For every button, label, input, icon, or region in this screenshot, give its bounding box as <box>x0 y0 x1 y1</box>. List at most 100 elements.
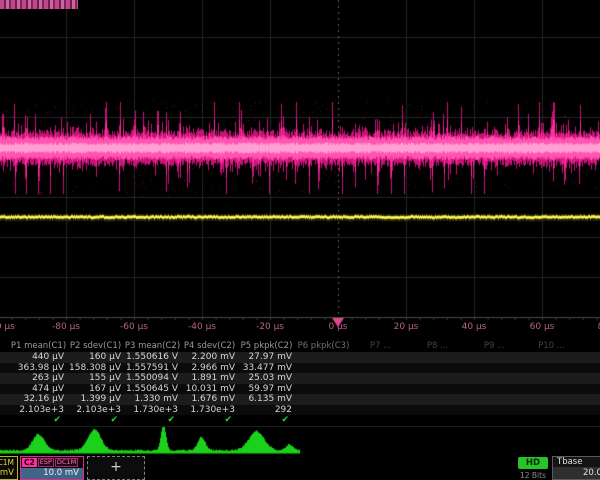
measure-value-cell <box>409 363 466 374</box>
channel-c1-descriptor[interactable]: DC1M 50.0 mV <box>0 456 18 480</box>
measure-value-cell: 363.98 µV <box>10 363 67 374</box>
measure-value-cell <box>352 394 409 405</box>
c1-scale-value: 50.0 mV <box>0 467 17 479</box>
axis-tick-label: 60 µs <box>530 322 555 332</box>
measure-status-cell <box>466 415 523 426</box>
waveform-display-area[interactable] <box>0 0 600 318</box>
measure-header-P7[interactable]: P7 ... <box>352 340 409 352</box>
axis-tick-label: 0 µs <box>328 322 347 332</box>
measure-value-cell: 27.97 mV <box>238 352 295 363</box>
measure-row: 363.98 µV158.308 µV1.557591 V2.966 mV33.… <box>0 363 600 374</box>
measure-value-cell <box>409 405 466 416</box>
measure-value-cell <box>523 373 580 384</box>
measure-status-cell: ✔ <box>181 415 238 426</box>
measure-value-cell <box>352 352 409 363</box>
measure-value-cell <box>523 405 580 416</box>
measure-value-cell: 1.330 mV <box>124 394 181 405</box>
measure-header-P1[interactable]: P1 mean(C1) <box>10 340 67 352</box>
measure-value-cell: 158.308 µV <box>67 363 124 374</box>
measure-value-cell: 33.477 mV <box>238 363 295 374</box>
measure-status-cell <box>352 415 409 426</box>
measure-status-cell: ✔ <box>238 415 295 426</box>
measure-value-cell: 1.891 mV <box>181 373 238 384</box>
measure-value-cell <box>466 373 523 384</box>
c2-flag-coupling: DC1M <box>55 458 78 467</box>
measure-header-P3[interactable]: P3 mean(C2) <box>124 340 181 352</box>
measure-value-cell: 167 µV <box>67 384 124 395</box>
measure-value-cell <box>409 384 466 395</box>
axis-tick-label: -20 µs <box>256 322 284 332</box>
measure-value-cell <box>295 394 352 405</box>
measure-row: 474 µV167 µV1.550645 V10.031 mV59.97 mV <box>0 384 600 395</box>
measure-body: 440 µV160 µV1.550616 V2.200 mV27.97 mV36… <box>0 352 600 415</box>
axis-tick-label: -60 µs <box>120 322 148 332</box>
measure-value-cell <box>409 352 466 363</box>
measure-header-P10[interactable]: P10 ... <box>523 340 580 352</box>
measure-value-cell <box>523 363 580 374</box>
measure-header-P9[interactable]: P9 ... <box>466 340 523 352</box>
measure-value-cell: 25.03 mV <box>238 373 295 384</box>
measure-row: 32.16 µV1.399 µV1.330 mV1.676 mV6.135 mV <box>0 394 600 405</box>
measure-value-cell <box>352 363 409 374</box>
measure-header-P5[interactable]: P5 pkpk(C2) <box>238 340 295 352</box>
c1-coupling-label: DC1M <box>0 457 17 467</box>
add-trace-button[interactable]: + <box>87 456 145 480</box>
axis-tick-label: -80 µs <box>52 322 80 332</box>
measure-value-cell: 474 µV <box>10 384 67 395</box>
measure-value-cell <box>352 384 409 395</box>
measure-value-cell <box>466 363 523 374</box>
measure-header-P8[interactable]: P8 ... <box>409 340 466 352</box>
measure-value-cell <box>523 352 580 363</box>
axis-tick-label: 20 µs <box>394 322 419 332</box>
measure-value-cell: 1.557591 V <box>124 363 181 374</box>
c2-scale-value: 10.0 mV <box>21 468 83 479</box>
hd-bits-label: 12 Bits <box>515 471 551 480</box>
time-axis: -100 µs -80 µs -60 µs -40 µs -20 µs 0 µs 20 µs… <box>0 318 600 339</box>
axis-tick-label: 40 µs <box>462 322 487 332</box>
measure-value-cell <box>352 373 409 384</box>
measure-value-cell <box>466 384 523 395</box>
measure-value-cell <box>295 373 352 384</box>
measure-header-P2[interactable]: P2 sdev(C1) <box>67 340 124 352</box>
measure-value-cell <box>295 384 352 395</box>
measure-value-cell: 2.200 mV <box>181 352 238 363</box>
measure-value-cell: 1.399 µV <box>67 394 124 405</box>
measure-header-row: P1 mean(C1)P2 sdev(C1)P3 mean(C2)P4 sdev… <box>0 340 600 352</box>
measure-value-cell <box>409 373 466 384</box>
measure-value-cell <box>523 394 580 405</box>
measurement-table: P1 mean(C1)P2 sdev(C1)P3 mean(C2)P4 sdev… <box>0 340 600 427</box>
measure-value-cell <box>295 363 352 374</box>
measure-row: 263 µV155 µV1.550094 V1.891 mV25.03 mV <box>0 373 600 384</box>
measure-value-cell <box>523 384 580 395</box>
channel-c2-descriptor[interactable]: C2 ESP DC1M 10.0 mV <box>20 456 84 480</box>
measure-value-cell <box>352 405 409 416</box>
axis-tick-label: -100 µs <box>0 322 15 332</box>
timebase-descriptor[interactable]: Tbase 20.0 µs <box>552 456 600 480</box>
c2-flag-esp: ESP <box>38 458 54 467</box>
measure-value-cell: 263 µV <box>10 373 67 384</box>
measure-status-cell <box>523 415 580 426</box>
measure-value-cell: 2.103e+3 <box>67 405 124 416</box>
measure-row: 2.103e+32.103e+31.730e+31.730e+3292 <box>0 405 600 416</box>
measure-status-row: ✔✔✔✔✔ <box>0 415 600 426</box>
measure-value-cell: 59.97 mV <box>238 384 295 395</box>
measure-value-cell <box>409 394 466 405</box>
measure-status-cell <box>409 415 466 426</box>
timebase-label: Tbase <box>553 457 600 467</box>
measure-header-P6[interactable]: P6 pkpk(C3) <box>295 340 352 352</box>
measure-value-cell: 155 µV <box>67 373 124 384</box>
measure-status-cell: ✔ <box>124 415 181 426</box>
clipped-top-label-fragment <box>0 0 78 9</box>
timebase-value: 20.0 µs <box>553 467 600 479</box>
hd-mode-badge: HD <box>518 457 548 469</box>
measure-value-cell: 1.550645 V <box>124 384 181 395</box>
measure-status-cell <box>295 415 352 426</box>
measure-value-cell: 1.550616 V <box>124 352 181 363</box>
measure-value-cell: 6.135 mV <box>238 394 295 405</box>
measure-status-cell: ✔ <box>10 415 67 426</box>
c2-channel-badge: C2 <box>22 458 37 467</box>
measure-value-cell <box>466 394 523 405</box>
axis-tick-label: -40 µs <box>188 322 216 332</box>
measure-header-P4[interactable]: P4 sdev(C2) <box>181 340 238 352</box>
measure-value-cell: 32.16 µV <box>10 394 67 405</box>
